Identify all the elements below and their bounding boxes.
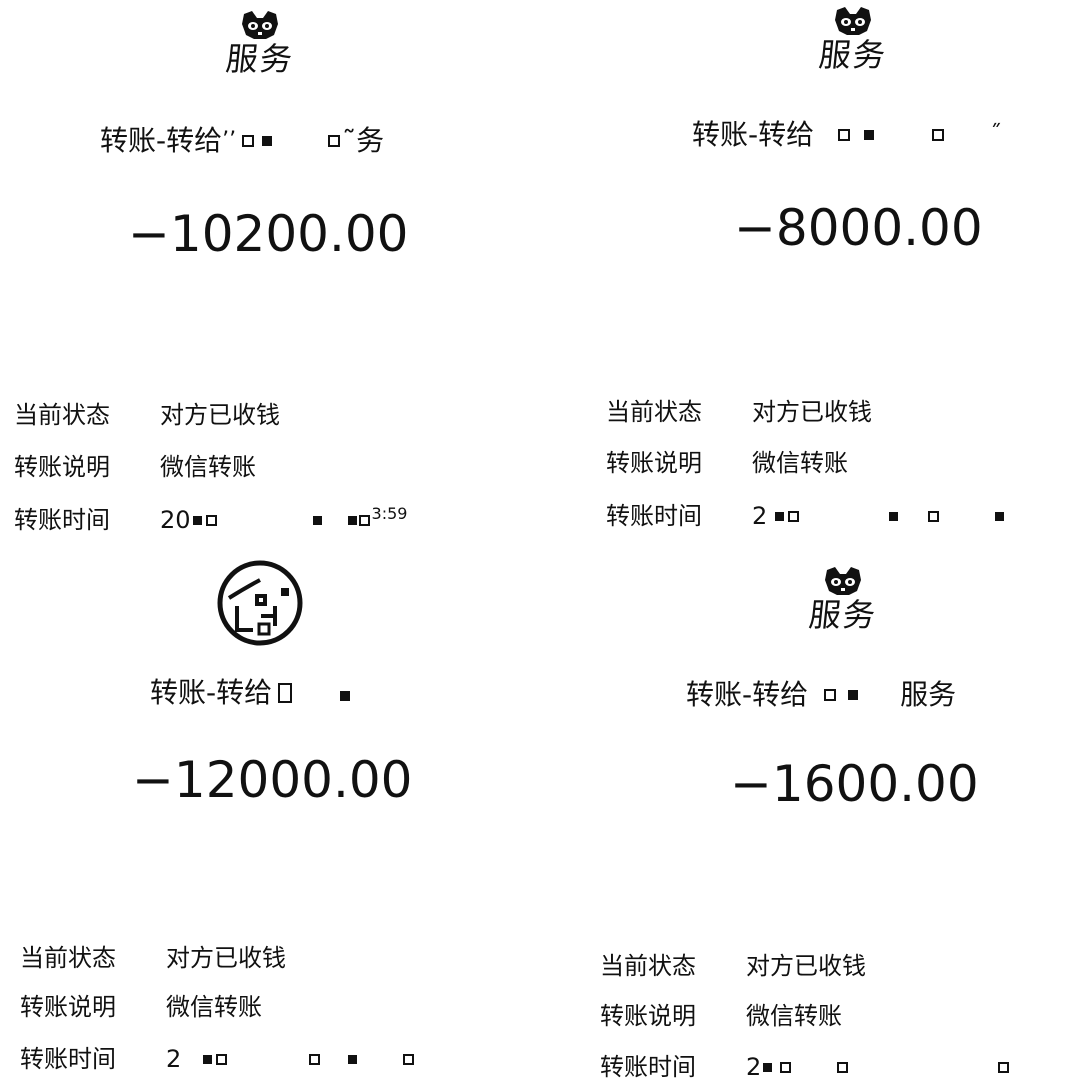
pixel-cat-icon xyxy=(825,567,861,595)
time-prefix: 2 xyxy=(166,1045,182,1073)
detail-label: 转账说明 xyxy=(606,449,702,477)
detail-label: 转账时间 xyxy=(14,506,110,534)
transfer-title: 转账-转给 xyxy=(150,676,351,710)
transfer-title-prefix: 转账-转给 xyxy=(692,118,815,151)
detail-label: 当前状态 xyxy=(14,401,110,429)
round-avatar-icon xyxy=(217,560,303,646)
detail-row-time: 转账时间 2 xyxy=(600,1053,1010,1080)
detail-value: 对方已收钱 xyxy=(752,398,872,426)
title-fragment: 服务 xyxy=(900,678,957,711)
detail-value: 2 xyxy=(752,502,1005,530)
redaction-mask xyxy=(838,129,990,141)
detail-value: 20 3:59 xyxy=(160,504,407,534)
title-fragment: ’’ xyxy=(222,128,237,153)
time-prefix: 2 xyxy=(752,502,768,530)
detail-label: 转账时间 xyxy=(600,1053,696,1080)
detail-label: 当前状态 xyxy=(606,398,702,426)
transfer-title: 转账-转给 服务 xyxy=(686,678,956,712)
transfer-title-prefix: 转账-转给 xyxy=(100,124,223,157)
detail-value: 微信转账 xyxy=(752,449,848,477)
detail-value: 对方已收钱 xyxy=(160,401,280,429)
transfer-title: 转账-转给 ˝ xyxy=(692,118,1001,152)
detail-row-note: 转账说明 微信转账 xyxy=(20,993,262,1021)
detail-label: 转账说明 xyxy=(14,453,110,481)
detail-value: 微信转账 xyxy=(160,453,256,481)
payee-avatar-name: 服务 xyxy=(223,40,296,78)
detail-value: 对方已收钱 xyxy=(746,952,866,980)
payee-avatar-name: 服务 xyxy=(806,596,879,634)
redaction-mask xyxy=(242,135,342,147)
transfer-record-1: 服务 转账-转给 ’’ ˜务 −10200.00 当前状态 对方已收钱 转账说明… xyxy=(0,0,540,540)
detail-row-status: 当前状态 对方已收钱 xyxy=(600,952,866,980)
detail-row-note: 转账说明 微信转账 xyxy=(14,453,256,481)
detail-row-status: 当前状态 对方已收钱 xyxy=(606,398,872,426)
redaction-mask xyxy=(824,689,900,701)
detail-row-time: 转账时间 2 xyxy=(606,502,1005,530)
transfer-title-prefix: 转账-转给 xyxy=(686,678,809,711)
redaction-mask xyxy=(278,683,351,703)
transfer-title: 转账-转给 ’’ ˜务 xyxy=(100,124,384,158)
payee-avatar-name: 服务 xyxy=(816,36,889,74)
transfer-amount: −10200.00 xyxy=(128,205,409,263)
transfer-record-4: 服务 转账-转给 服务 −1600.00 当前状态 对方已收钱 转账说明 微信转… xyxy=(540,540,1080,1080)
detail-row-status: 当前状态 对方已收钱 xyxy=(14,401,280,429)
time-prefix: 20 xyxy=(160,506,191,534)
payee-avatar: 服务 xyxy=(788,566,898,634)
detail-label: 当前状态 xyxy=(20,944,116,972)
detail-label: 当前状态 xyxy=(600,952,696,980)
detail-value: 对方已收钱 xyxy=(166,944,286,972)
pixel-cat-icon xyxy=(835,7,871,35)
detail-row-status: 当前状态 对方已收钱 xyxy=(20,944,286,972)
detail-value: 微信转账 xyxy=(746,1002,842,1030)
transfer-amount: −8000.00 xyxy=(734,199,983,257)
pixel-cat-icon xyxy=(242,11,278,39)
detail-label: 转账说明 xyxy=(20,993,116,1021)
detail-value: 2 xyxy=(166,1045,415,1073)
detail-value: 微信转账 xyxy=(166,993,262,1021)
transfer-amount: −1600.00 xyxy=(730,755,979,813)
detail-label: 转账时间 xyxy=(606,502,702,530)
transfer-record-2: 服务 转账-转给 ˝ −8000.00 当前状态 对方已收钱 转账说明 微信转账… xyxy=(540,0,1080,540)
title-fragment: ˜务 xyxy=(342,124,385,157)
detail-row-note: 转账说明 微信转账 xyxy=(606,449,848,477)
detail-label: 转账时间 xyxy=(20,1045,116,1073)
transfer-title-prefix: 转账-转给 xyxy=(150,676,273,709)
detail-label: 转账说明 xyxy=(600,1002,696,1030)
payee-avatar: 服务 xyxy=(205,10,315,78)
detail-row-time: 转账时间 20 3:59 xyxy=(14,504,407,534)
transfer-record-3: 转账-转给 −12000.00 当前状态 对方已收钱 转账说明 微信转账 转账时… xyxy=(0,540,540,1080)
detail-row-note: 转账说明 微信转账 xyxy=(600,1002,842,1030)
detail-row-time: 转账时间 2 xyxy=(20,1045,415,1073)
time-suffix: 3:59 xyxy=(371,504,408,523)
payee-avatar: 服务 xyxy=(798,6,908,74)
detail-value: 2 xyxy=(746,1053,1010,1080)
title-fragment: ˝ xyxy=(990,122,1002,147)
time-prefix: 2 xyxy=(746,1053,762,1080)
transfer-amount: −12000.00 xyxy=(132,751,413,809)
